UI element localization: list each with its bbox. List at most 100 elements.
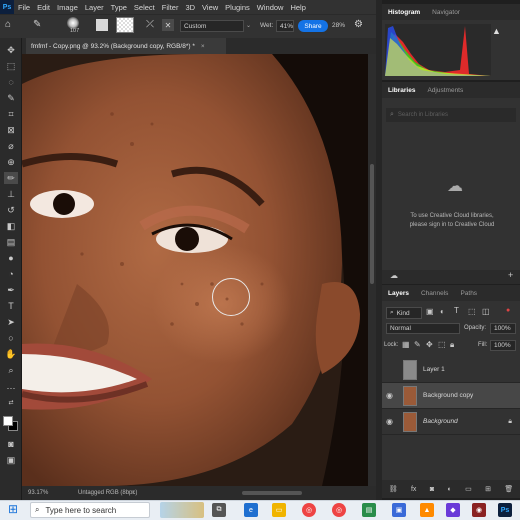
gradient-tool-icon[interactable]: ▤ (4, 236, 18, 248)
app-icon[interactable]: ▤ (362, 503, 376, 517)
mask-icon[interactable]: ◙ (430, 486, 434, 493)
menu-plugins[interactable]: Plugins (225, 3, 250, 12)
foreground-color-swatch[interactable] (3, 416, 13, 426)
scrollbar-thumb[interactable] (370, 164, 374, 284)
vlc-icon[interactable]: ▲ (420, 503, 434, 517)
eye-icon[interactable]: ◉ (386, 391, 398, 400)
libraries-search[interactable]: ⌕ Search in Libraries (386, 108, 516, 122)
crop-tool-icon[interactable]: ⌗ (4, 108, 18, 120)
menu-file[interactable]: File (18, 3, 30, 12)
close-icon[interactable]: × (201, 43, 205, 50)
healing-tool-icon[interactable]: ⊕ (4, 156, 18, 168)
hand-tool-icon[interactable]: ✋ (4, 348, 18, 360)
filter-type-icon[interactable]: T (454, 306, 459, 315)
filter-smart-icon[interactable]: ◫ (482, 307, 490, 316)
settings-icon[interactable]: ⚙ (354, 19, 363, 30)
lock-artboard-icon[interactable]: ⬚ (438, 340, 446, 349)
blend-mode-select[interactable]: Normal (386, 323, 460, 334)
fill-input[interactable]: 100% (490, 340, 516, 351)
eraser-tool-icon[interactable]: ◧ (4, 220, 18, 232)
lock-pixels-icon[interactable]: ✎ (414, 340, 421, 349)
menu-filter[interactable]: Filter (162, 3, 179, 12)
lock-position-icon[interactable]: ✥ (426, 340, 433, 349)
layer-name[interactable]: Background (423, 418, 458, 425)
mixer-brush-icon[interactable]: ✎ (33, 19, 41, 30)
taskbar-search[interactable]: ⌕ Type here to search (30, 502, 150, 518)
opacity-input[interactable]: 100% (490, 323, 516, 334)
frame-tool-icon[interactable]: ⊠ (4, 124, 18, 136)
tab-histogram[interactable]: Histogram (382, 9, 426, 16)
kind-filter-select[interactable]: ⌕ Kind (386, 307, 422, 319)
shape-tool-icon[interactable]: ○ (4, 332, 18, 344)
menu-help[interactable]: Help (290, 3, 305, 12)
marquee-tool-icon[interactable]: ⬚ (4, 60, 18, 72)
windows-start-icon[interactable]: ⊞ (8, 502, 18, 516)
filter-pixel-icon[interactable]: ▣ (426, 307, 434, 316)
swap-colors-icon[interactable]: ⇄ (4, 396, 18, 408)
zoom-tool-icon[interactable]: ⌕ (4, 364, 18, 376)
adjustment-icon[interactable]: ◐ (447, 486, 451, 493)
tab-navigator[interactable]: Navigator (426, 9, 466, 16)
more-tools-icon[interactable]: ⋯ (4, 382, 18, 394)
tab-channels[interactable]: Channels (415, 290, 454, 297)
menu-edit[interactable]: Edit (37, 3, 50, 12)
brush-panel-icon[interactable] (96, 19, 108, 31)
menu-window[interactable]: Window (257, 3, 284, 12)
tab-libraries[interactable]: Libraries (382, 87, 421, 94)
wet-input[interactable]: 41% (276, 20, 294, 32)
move-tool-icon[interactable]: ✥ (4, 44, 18, 56)
app-icon-2[interactable]: ▣ (392, 503, 406, 517)
new-layer-icon[interactable]: ⊞ (485, 485, 491, 493)
chrome-profile-icon[interactable]: ◎ (332, 503, 346, 517)
file-explorer-icon[interactable]: ▭ (272, 503, 286, 517)
zoom-readout[interactable]: 93.17% (28, 490, 48, 496)
trash-icon[interactable]: 🗑︎ (504, 485, 513, 493)
menu-3d[interactable]: 3D (185, 3, 195, 12)
vertical-scrollbar[interactable] (368, 54, 376, 486)
eye-icon[interactable]: ◉ (386, 417, 398, 426)
share-button[interactable]: Share (298, 20, 328, 32)
home-icon[interactable]: ⌂ (5, 19, 11, 30)
quick-select-tool-icon[interactable]: ✎ (4, 92, 18, 104)
app-icon-4[interactable]: ◉ (472, 503, 486, 517)
link-icon[interactable]: ⛓ (389, 485, 398, 493)
path-select-tool-icon[interactable]: ➤ (4, 316, 18, 328)
quick-mask-icon[interactable]: ◙ (4, 438, 18, 450)
clean-brush-icon[interactable]: ✕ (162, 19, 174, 31)
fx-button[interactable]: fx (411, 486, 416, 493)
load-brush-icon[interactable]: ⤫ (146, 19, 154, 30)
history-brush-icon[interactable]: ↺ (4, 204, 18, 216)
lock-all-icon[interactable]: 🔒︎ (450, 340, 454, 350)
color-profile[interactable]: Untagged RGB (8bpc) (78, 490, 137, 496)
blend-preset-select[interactable]: Custom (180, 20, 244, 32)
news-widget[interactable] (160, 502, 204, 518)
photoshop-logo[interactable]: Ps (0, 0, 14, 14)
menu-view[interactable]: View (202, 3, 218, 12)
task-view-icon[interactable]: ⧉ (212, 503, 226, 517)
eyedropper-tool-icon[interactable]: ⌀ (4, 140, 18, 152)
menu-image[interactable]: Image (57, 3, 78, 12)
pen-tool-icon[interactable]: ✒ (4, 284, 18, 296)
lock-transparency-icon[interactable]: ▦ (402, 340, 410, 349)
layer-row[interactable]: ◉ Background copy (382, 383, 520, 409)
lasso-tool-icon[interactable]: ◌ (4, 76, 18, 88)
layer-name[interactable]: Layer 1 (423, 366, 445, 373)
tab-adjustments[interactable]: Adjustments (421, 87, 469, 94)
filter-adjustment-icon[interactable]: ◐ (440, 307, 445, 316)
blur-tool-icon[interactable]: ● (4, 252, 18, 264)
menu-type[interactable]: Type (111, 3, 127, 12)
layer-row[interactable]: Layer 1 (382, 357, 520, 383)
document-canvas[interactable] (22, 54, 368, 486)
filter-toggle-icon[interactable]: ● (506, 307, 510, 314)
cloud-icon[interactable]: ☁ (390, 271, 398, 280)
menu-layer[interactable]: Layer (85, 3, 104, 12)
document-tab[interactable]: fmfmf - Copy.png @ 93.2% (Background cop… (26, 38, 226, 54)
horizontal-scrollbar-thumb[interactable] (242, 491, 302, 495)
warning-icon[interactable]: ▲ (492, 26, 501, 36)
app-icon-3[interactable]: ◆ (446, 503, 460, 517)
load-swatch-icon[interactable] (116, 17, 134, 33)
add-icon[interactable]: + (508, 270, 513, 280)
layer-name[interactable]: Background copy (423, 392, 473, 399)
filter-shape-icon[interactable]: ⬚ (468, 307, 476, 316)
stamp-tool-icon[interactable]: ⊥ (4, 188, 18, 200)
